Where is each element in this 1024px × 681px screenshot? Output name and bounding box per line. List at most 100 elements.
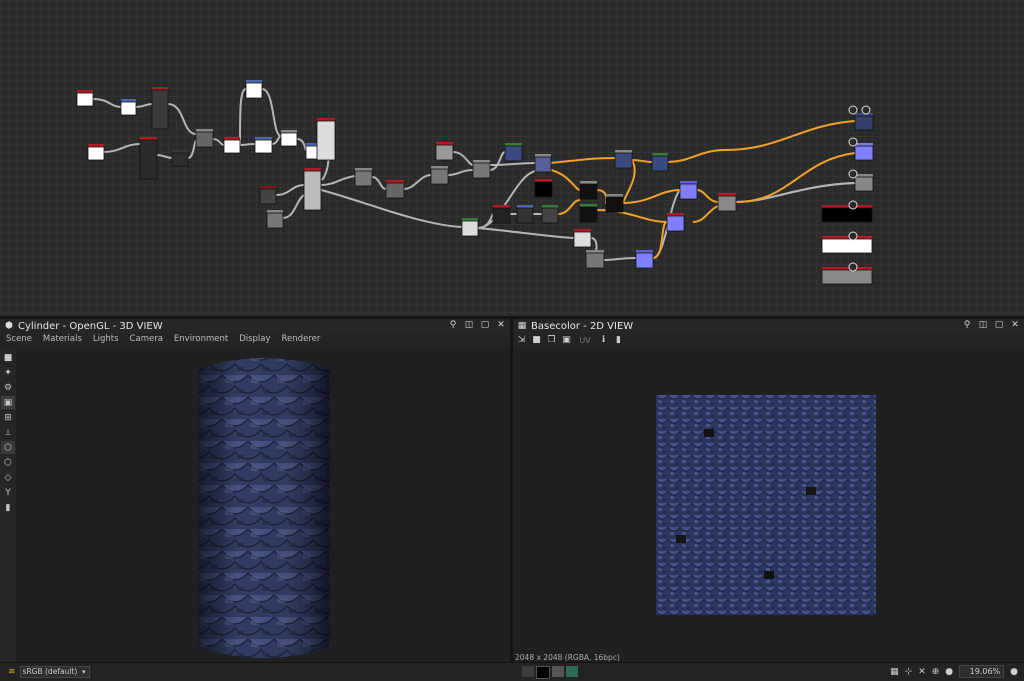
- node-blend-a[interactable]: [120, 99, 137, 116]
- tiling-icon[interactable]: ⊹: [905, 667, 913, 677]
- node-shape-circle[interactable]: [87, 144, 105, 161]
- node-uniform-black[interactable]: [534, 179, 553, 198]
- zoom-field[interactable]: 19.06%: [959, 665, 1005, 678]
- histogram-icon[interactable]: ▮: [613, 335, 624, 345]
- grid-toggle-icon[interactable]: ▦: [890, 667, 899, 677]
- float-icon[interactable]: ◫: [978, 320, 988, 330]
- menu-environment[interactable]: Environment: [174, 333, 228, 345]
- menu-lights[interactable]: Lights: [93, 333, 119, 345]
- node-grunge-c[interactable]: [492, 205, 511, 224]
- info-icon[interactable]: ℹ: [598, 335, 609, 345]
- node-levels-c[interactable]: [579, 204, 598, 223]
- node-normal-c[interactable]: [666, 213, 685, 232]
- menu-materials[interactable]: Materials: [43, 333, 82, 345]
- node-normal-b[interactable]: [679, 181, 698, 200]
- layers-icon: ≋: [8, 667, 16, 677]
- node-noise-b[interactable]: [266, 210, 284, 229]
- menu-scene[interactable]: Scene: [6, 333, 32, 345]
- node-tile-red[interactable]: [139, 137, 158, 180]
- snapshot-icon[interactable]: ▣: [561, 335, 572, 345]
- maximize-icon[interactable]: ▢: [994, 320, 1004, 330]
- node-output-ao[interactable]: [821, 236, 873, 254]
- view3d-title: Cylinder - OpenGL - 3D VIEW: [18, 320, 163, 332]
- node-blend-e[interactable]: [472, 160, 491, 179]
- node-blend-b[interactable]: [245, 80, 263, 99]
- node-output-metallic[interactable]: [821, 205, 873, 223]
- pin-icon[interactable]: ⚲: [448, 320, 458, 330]
- grid-icon[interactable]: ⊞: [1, 411, 15, 424]
- node-output-roughness[interactable]: [854, 174, 874, 192]
- zoom-dot-icon: ●: [1010, 666, 1018, 677]
- preview-icon[interactable]: [566, 666, 578, 677]
- menu-display[interactable]: Display: [239, 333, 270, 345]
- close-icon[interactable]: ✕: [1010, 320, 1020, 330]
- panel-2d-view: ▦ Basecolor - 2D VIEW ⚲ ◫ ▢ ✕ ⇲ ■ ❐ ▣ UV…: [513, 319, 1024, 662]
- node-noise-c[interactable]: [354, 168, 373, 187]
- node-uniform-dark[interactable]: [259, 186, 277, 205]
- node-noise-d[interactable]: [430, 166, 449, 185]
- environment-icon[interactable]: ⚙: [1, 381, 15, 394]
- light-icon[interactable]: ✦: [1, 366, 15, 379]
- node-output-normal[interactable]: [854, 143, 874, 161]
- close-icon[interactable]: ✕: [496, 320, 506, 330]
- node-blend-c[interactable]: [254, 137, 273, 154]
- maximize-icon[interactable]: ▢: [480, 320, 490, 330]
- view3d-viewport[interactable]: [16, 347, 510, 662]
- node-levels-b[interactable]: [579, 181, 598, 200]
- node-levels-d[interactable]: [605, 194, 624, 213]
- cube-icon[interactable]: ⬡: [1, 441, 15, 454]
- zoom-dot-icon: ●: [945, 666, 954, 677]
- node-graph-canvas[interactable]: [0, 0, 1024, 316]
- crosshair-icon[interactable]: ⊕: [932, 667, 940, 677]
- display-icon[interactable]: ▣: [1, 396, 15, 409]
- float-icon[interactable]: ◫: [464, 320, 474, 330]
- node-output-height[interactable]: [821, 267, 873, 285]
- node-levels-a[interactable]: [280, 130, 298, 147]
- menu-renderer[interactable]: Renderer: [282, 333, 321, 345]
- node-transform[interactable]: [195, 129, 214, 148]
- node-mask-a[interactable]: [223, 137, 241, 154]
- node-grunge-b[interactable]: [435, 142, 454, 161]
- chart-icon[interactable]: ▮: [1, 501, 15, 514]
- cube-outline-icon[interactable]: ⬡: [1, 456, 15, 469]
- node-uniform-white[interactable]: [76, 90, 94, 107]
- axis-icon[interactable]: ⟂: [1, 426, 15, 439]
- view2d-toolbar: ⇲ ■ ❐ ▣ UV ℹ ▮: [513, 333, 1024, 347]
- node-roughness[interactable]: [717, 193, 737, 212]
- layers-icon[interactable]: ◇: [1, 471, 15, 484]
- gray-swatch[interactable]: [552, 666, 564, 677]
- node-noise-a[interactable]: [171, 150, 189, 167]
- pin-icon[interactable]: ⚲: [962, 320, 972, 330]
- fit-icon[interactable]: ✕: [918, 667, 926, 677]
- view3d-toolbar: ■ ✦ ⚙ ▣ ⊞ ⟂ ⬡ ⬡ ◇ Y ▮: [0, 349, 16, 662]
- uv-label[interactable]: UV: [576, 336, 594, 345]
- node-height-b[interactable]: [573, 229, 592, 248]
- node-height-a[interactable]: [461, 218, 479, 237]
- export-icon[interactable]: ⇲: [516, 335, 527, 345]
- colorspace-select[interactable]: sRGB (default) ▾: [19, 666, 90, 678]
- node-blend-f[interactable]: [504, 143, 523, 162]
- colorspace-value: sRGB (default): [22, 667, 78, 676]
- node-graph[interactable]: [0, 0, 1024, 316]
- node-pattern-red[interactable]: [151, 87, 169, 130]
- camera-icon[interactable]: ■: [1, 351, 15, 364]
- black-swatch[interactable]: [536, 666, 550, 679]
- node-blend-h[interactable]: [541, 205, 559, 224]
- menu-camera[interactable]: Camera: [130, 333, 163, 345]
- node-grunge-a[interactable]: [385, 180, 405, 199]
- node-basecolor-a[interactable]: [534, 154, 552, 173]
- node-tile-grid[interactable]: [316, 118, 336, 161]
- node-blend-j[interactable]: [651, 153, 669, 172]
- node-blend-i[interactable]: [614, 150, 633, 169]
- node-tile-main[interactable]: [303, 168, 322, 211]
- copy-icon[interactable]: ❐: [546, 335, 557, 345]
- node-output-basecolor[interactable]: [854, 113, 874, 131]
- channels-icon[interactable]: [522, 666, 534, 677]
- view2d-viewport[interactable]: 2048 x 2048 (RGBA, 16bpc): [513, 347, 1024, 662]
- grid-view-icon: ▦: [517, 321, 527, 331]
- branch-icon[interactable]: Y: [1, 486, 15, 499]
- save-icon[interactable]: ■: [531, 335, 542, 345]
- node-blend-g[interactable]: [516, 205, 534, 224]
- node-normal-a[interactable]: [635, 250, 654, 269]
- node-noise-e[interactable]: [585, 250, 605, 269]
